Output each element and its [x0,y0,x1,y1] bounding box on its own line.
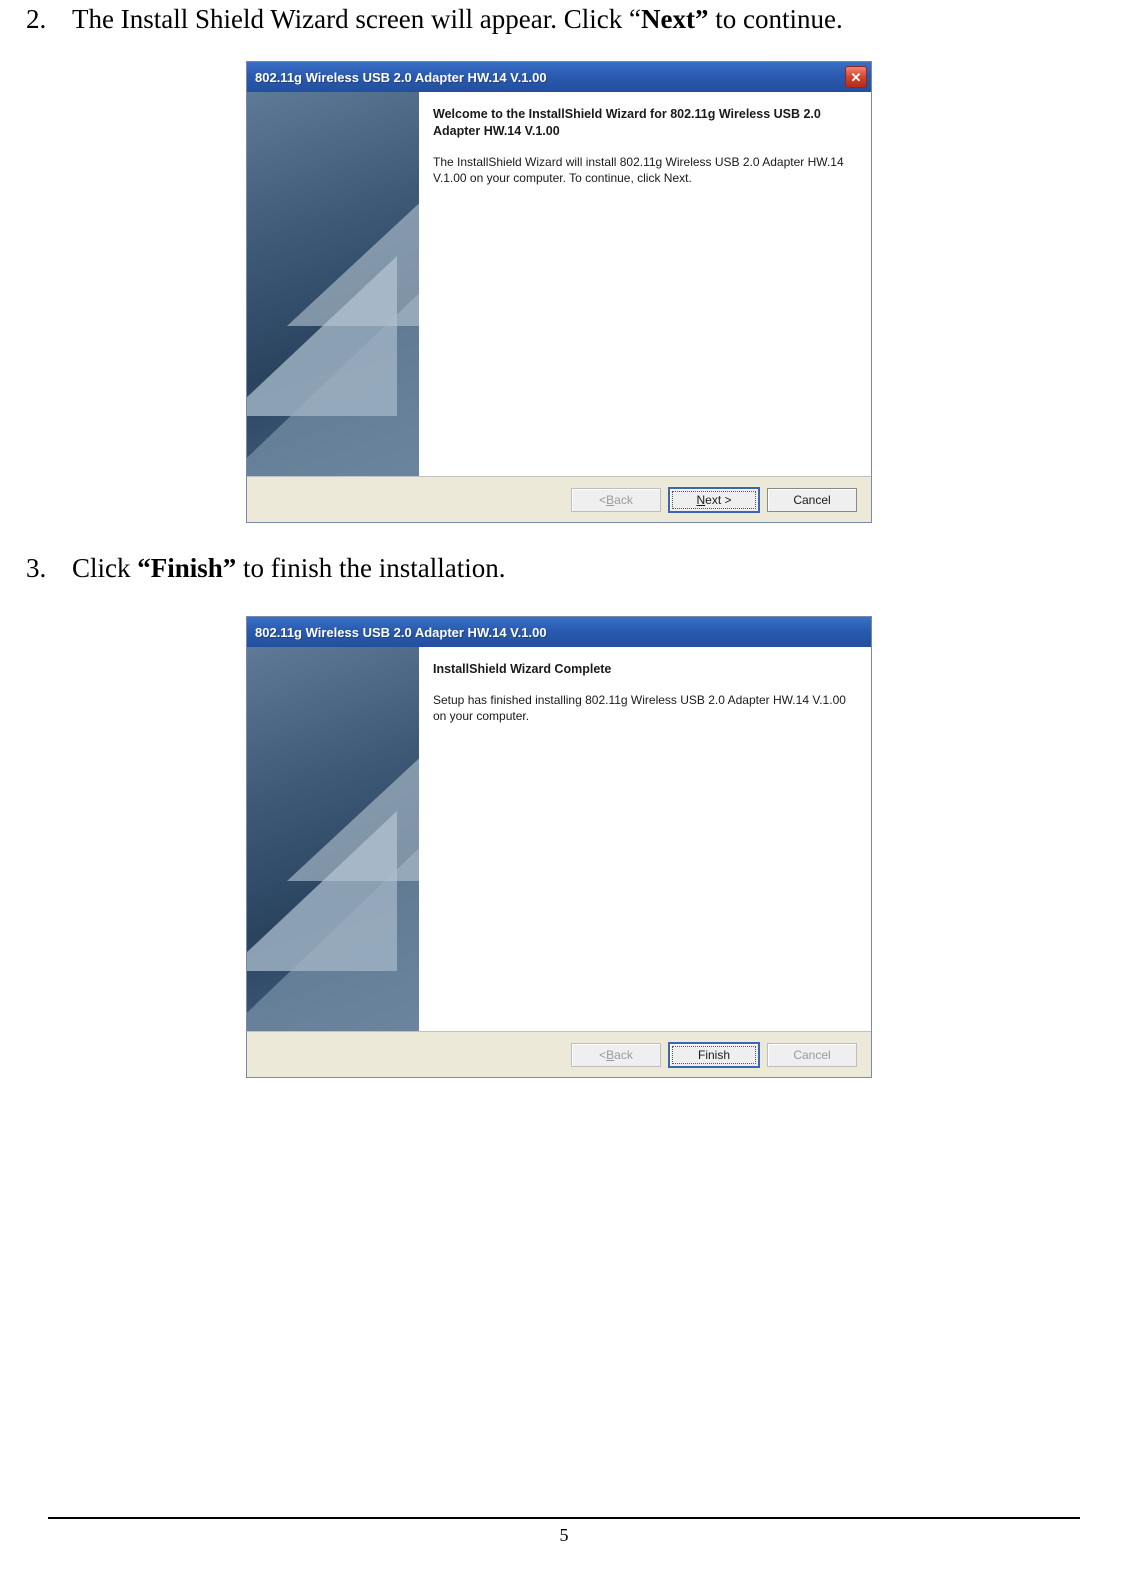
step-number: 3. [20,551,72,586]
step-text: Click “Finish” to finish the installatio… [72,551,1098,586]
cancel-button[interactable]: Cancel [767,488,857,512]
step-3: 3. Click “Finish” to finish the installa… [20,551,1098,586]
triangle-icon [287,196,419,326]
back-label-u: B [606,1048,614,1062]
dialog-1-wrap: 802.11g Wireless USB 2.0 Adapter HW.14 V… [20,61,1098,523]
step-text-pre: Click [72,553,137,583]
back-label-prefix: < [599,1048,606,1062]
finish-button[interactable]: Finish [669,1043,759,1067]
step-text-pre: The Install Shield Wizard screen will ap… [72,4,641,34]
dialog-2-wrap: 802.11g Wireless USB 2.0 Adapter HW.14 V… [20,616,1098,1078]
triangle-icon [287,751,419,881]
dialog-content: Welcome to the InstallShield Wizard for … [419,92,871,476]
page-number: 5 [0,1525,1128,1546]
back-button: < Back [571,488,661,512]
dialog-content: InstallShield Wizard Complete Setup has … [419,647,871,1031]
step-text-bold: Next” [641,4,708,34]
close-icon: ✕ [851,71,862,84]
window-title: 802.11g Wireless USB 2.0 Adapter HW.14 V… [255,625,867,640]
dialog-body: Welcome to the InstallShield Wizard for … [247,92,871,476]
finish-label: Finish [698,1048,730,1062]
document-page: 2. The Install Shield Wizard screen will… [0,2,1128,1078]
button-bar: < Back Next > Cancel [247,476,871,522]
install-wizard-dialog-welcome: 802.11g Wireless USB 2.0 Adapter HW.14 V… [246,61,872,523]
wizard-side-graphic [247,647,419,1031]
cancel-label: Cancel [793,493,830,507]
back-button: < Back [571,1043,661,1067]
dialog-body-text: The InstallShield Wizard will install 80… [433,154,853,186]
dialog-body: InstallShield Wizard Complete Setup has … [247,647,871,1031]
button-bar: < Back Finish Cancel [247,1031,871,1077]
install-wizard-dialog-complete: 802.11g Wireless USB 2.0 Adapter HW.14 V… [246,616,872,1078]
titlebar[interactable]: 802.11g Wireless USB 2.0 Adapter HW.14 V… [247,62,871,92]
back-label-u: B [606,493,614,507]
step-text: The Install Shield Wizard screen will ap… [72,2,1098,37]
page-footer: 5 [0,1517,1128,1546]
dialog-heading: Welcome to the InstallShield Wizard for … [433,106,853,140]
step-text-post: to continue. [708,4,842,34]
window-title: 802.11g Wireless USB 2.0 Adapter HW.14 V… [255,70,845,85]
close-button[interactable]: ✕ [845,66,867,88]
cancel-button: Cancel [767,1043,857,1067]
next-label-suffix: ext > [705,493,731,507]
back-label-prefix: < [599,493,606,507]
next-button[interactable]: Next > [669,488,759,512]
step-2: 2. The Install Shield Wizard screen will… [20,2,1098,37]
back-label-suffix: ack [614,1048,633,1062]
dialog-heading: InstallShield Wizard Complete [433,661,853,678]
wizard-side-graphic [247,92,419,476]
step-text-bold: “Finish” [137,553,236,583]
cancel-label: Cancel [793,1048,830,1062]
step-number: 2. [20,2,72,37]
back-label-suffix: ack [614,493,633,507]
titlebar[interactable]: 802.11g Wireless USB 2.0 Adapter HW.14 V… [247,617,871,647]
next-label-u: N [696,493,705,507]
footer-rule [48,1517,1080,1519]
dialog-body-text: Setup has finished installing 802.11g Wi… [433,692,853,724]
step-text-post: to finish the installation. [236,553,505,583]
